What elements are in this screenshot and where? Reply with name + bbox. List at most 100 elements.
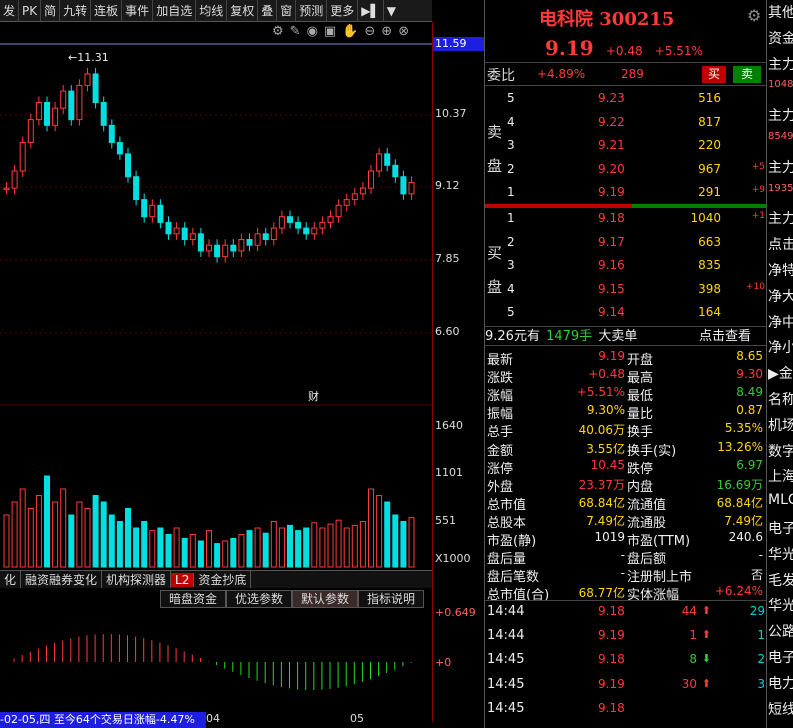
param-tab[interactable]: 默认参数 (292, 590, 359, 608)
volume-bar (311, 522, 318, 568)
stats-value: 3.55亿 (586, 441, 625, 456)
sidebar-item[interactable]: 主力 (768, 208, 793, 228)
sidebar-item[interactable]: 华光 (768, 595, 793, 615)
volume-bar (141, 521, 148, 568)
pen-icon[interactable]: ✎ (290, 24, 307, 39)
sidebar-item[interactable]: MLC (768, 492, 793, 508)
toolbar-item[interactable]: 更多 (327, 0, 359, 22)
book-price[interactable]: 9.17 (598, 235, 625, 249)
sidebar-item[interactable]: 短线 (768, 699, 793, 719)
stock-title: 电科院 300215 (539, 9, 675, 30)
sidebar-item[interactable]: 华光 (768, 544, 793, 564)
candle-body (27, 119, 34, 143)
book-price[interactable]: 9.21 (598, 138, 625, 152)
stats-value: - (620, 566, 625, 581)
indicator-tab[interactable]: 机构探测器 (102, 571, 172, 588)
plus-icon[interactable]: ⊕ (381, 24, 398, 39)
sidebar-item[interactable]: 数字 (768, 441, 793, 461)
book-price[interactable]: 9.14 (598, 305, 625, 319)
sidebar-item[interactable]: 净中 (768, 312, 793, 332)
kline-chart[interactable] (0, 22, 432, 722)
toolbar-item[interactable]: 发 (0, 0, 20, 22)
book-price[interactable]: 9.19 (598, 185, 625, 199)
toolbar-item[interactable]: 均线 (196, 0, 228, 22)
stats-row: 涨停 10.45 跌停 6.97 (485, 458, 767, 477)
sidebar-item[interactable]: 主力 (768, 105, 793, 125)
toolbar-item[interactable]: 叠 (258, 0, 278, 22)
stats-value: 0.87 (736, 403, 763, 418)
indicator-tab[interactable]: 融资融券变化 (21, 571, 103, 588)
close-icon[interactable]: ⊗ (398, 24, 415, 39)
sidebar-item[interactable]: 电子 (768, 518, 793, 538)
big-order-link[interactable]: 点击查看 (699, 327, 751, 347)
settings-gear-icon[interactable]: ⚙ (747, 6, 761, 25)
param-tab[interactable]: 暗盘资金 (160, 590, 227, 608)
candle-body (92, 73, 99, 104)
param-tab[interactable]: 指标说明 (358, 590, 425, 608)
sidebar-item[interactable]: 机场 (768, 415, 793, 435)
candle-body (278, 216, 285, 229)
sidebar-item[interactable]: 名称 (768, 389, 793, 409)
toolbar-item[interactable]: 简 (41, 0, 61, 22)
minus-icon[interactable]: ⊖ (364, 24, 381, 39)
book-price[interactable]: 9.22 (598, 115, 625, 129)
stats-row: 外盘 23.37万 内盘 16.69万 (485, 476, 767, 495)
sidebar-item[interactable]: 1048 (768, 79, 793, 90)
sidebar-item[interactable]: 主力 (768, 157, 793, 177)
sidebar-item[interactable]: ▶金 (768, 363, 793, 383)
book-price[interactable]: 9.16 (598, 258, 625, 272)
book-level: 5 (507, 91, 515, 105)
kline-chart-area[interactable]: ⚙✎◉▣✋⊖⊕⊗ 财 ←11.31 (0, 22, 432, 722)
stats-value: 8.49 (736, 385, 763, 400)
book-price[interactable]: 9.23 (598, 91, 625, 105)
sidebar-item[interactable]: 8549 (768, 131, 793, 142)
sidebar-item[interactable]: 电力 (768, 673, 793, 693)
sidebar-item[interactable]: 公路 (768, 621, 793, 641)
candle-body (311, 227, 318, 235)
toolbar-item[interactable]: 加自选 (153, 0, 197, 22)
book-price[interactable]: 9.15 (598, 282, 625, 296)
volume-bar (206, 530, 212, 568)
indicator-tab[interactable]: 化 (0, 571, 22, 588)
stats-label: 市盈(静) (487, 534, 537, 549)
sidebar-item[interactable]: 资金 (768, 28, 793, 48)
forward-icon[interactable]: ▶▌ (358, 0, 384, 22)
book-price[interactable]: 9.18 (598, 211, 625, 225)
buy-button[interactable]: 买 (702, 66, 726, 83)
toolbar-item[interactable]: 预测 (296, 0, 328, 22)
sidebar-item[interactable]: 1935 (768, 183, 793, 194)
indicator-tab[interactable]: L2 (171, 572, 195, 587)
hand-icon[interactable]: ✋ (342, 24, 364, 39)
sidebar-item[interactable]: 电子 (768, 647, 793, 667)
settings-icon[interactable]: ⚙ (272, 24, 290, 39)
sidebar-item[interactable]: 上海 (768, 466, 793, 486)
eye-icon[interactable]: ◉ (307, 24, 324, 39)
tick-count: 3 (757, 676, 765, 691)
sidebar-item[interactable]: 其他 (768, 2, 793, 22)
toolbar-item[interactable]: 窗 (277, 0, 297, 22)
candle-body (335, 204, 342, 218)
sidebar-item[interactable]: 点击 (768, 234, 793, 254)
volume-bar (11, 501, 18, 568)
toolbar-item[interactable]: 连板 (91, 0, 123, 22)
sidebar-item[interactable]: 净特 (768, 260, 793, 280)
book-volume: 220 (698, 138, 721, 152)
basket-icon[interactable]: ▣ (324, 24, 342, 39)
sidebar-item[interactable]: 毛发 (768, 570, 793, 590)
toolbar-item[interactable]: 九转 (60, 0, 92, 22)
candle-body (11, 170, 18, 189)
book-price[interactable]: 9.20 (598, 162, 625, 176)
param-tab[interactable]: 优选参数 (226, 590, 293, 608)
sidebar-item[interactable]: 主力 (768, 54, 793, 74)
toolbar-item[interactable]: PK (19, 0, 42, 22)
sell-button[interactable]: 卖 (733, 66, 761, 83)
finance-marker[interactable]: 财 (308, 388, 319, 404)
indicator-tab[interactable]: 资金抄底 (194, 571, 252, 588)
toolbar-item[interactable]: 事件 (122, 0, 154, 22)
sidebar-item[interactable]: 净大 (768, 286, 793, 306)
sidebar-item[interactable]: 净小 (768, 337, 793, 357)
book-volume: 398 (698, 281, 721, 296)
toolbar-item[interactable]: 复权 (227, 0, 259, 22)
volume-bar (400, 521, 407, 568)
chevron-down-icon[interactable]: ▼ (384, 0, 399, 22)
